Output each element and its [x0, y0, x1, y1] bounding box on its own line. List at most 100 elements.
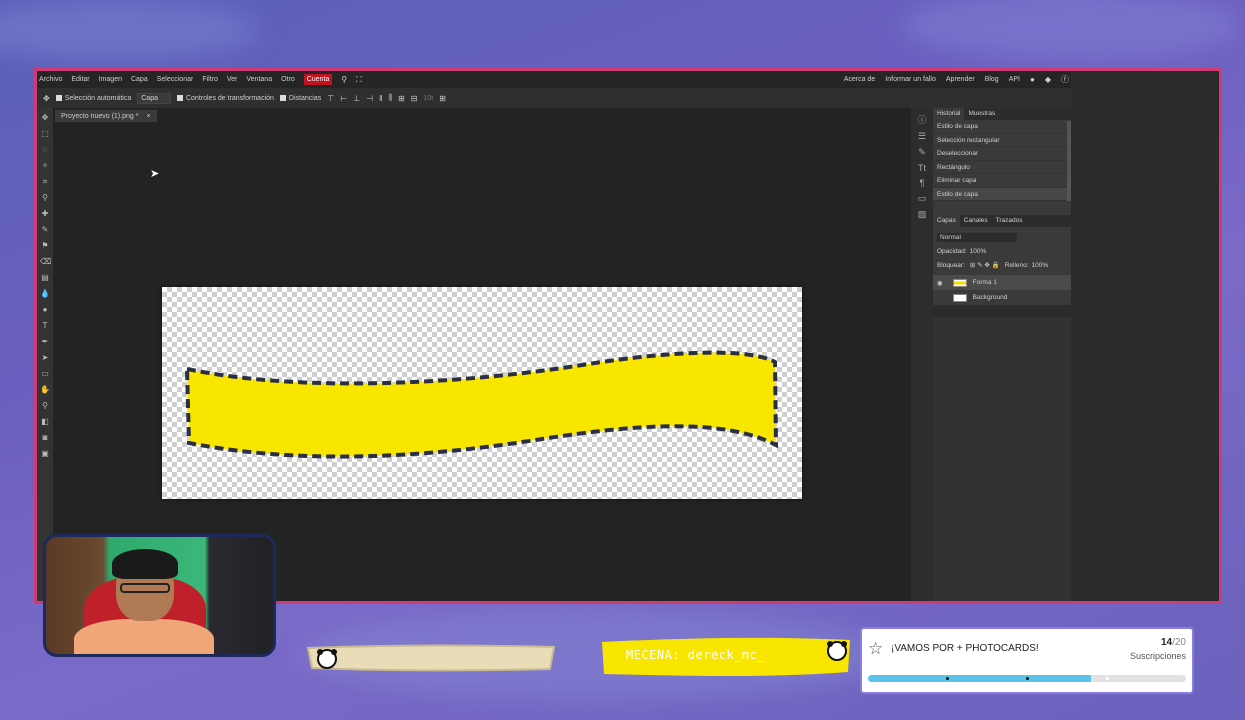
image-icon[interactable]: ▨: [915, 209, 929, 220]
history-item[interactable]: Estilo de capa: [933, 120, 1071, 134]
stamp-icon[interactable]: ⚑: [40, 241, 50, 251]
background-cloud: [900, 0, 1240, 60]
goal-current: 14: [1160, 637, 1173, 648]
css-icon[interactable]: ▭: [915, 193, 929, 204]
options-bar: ✥ Selección automática Capa Controles de…: [37, 88, 1219, 108]
layer-row[interactable]: ◉ Forma 1: [933, 275, 1071, 290]
transform-checkbox[interactable]: [176, 94, 183, 101]
distances-checkbox[interactable]: [279, 94, 286, 101]
color-swatch-icon[interactable]: ◧: [40, 417, 50, 427]
distribute-v-icon[interactable]: ⊟: [411, 94, 418, 103]
hand-icon[interactable]: ✋: [40, 385, 50, 395]
twitter-icon[interactable]: ◆: [1045, 75, 1051, 84]
blend-mode-select[interactable]: Normal: [937, 232, 1017, 242]
star-icon: ☆: [868, 639, 884, 658]
facebook-icon[interactable]: ⓕ: [1061, 74, 1069, 85]
link-api[interactable]: API: [1009, 76, 1020, 83]
eyedropper-icon[interactable]: ⚲: [40, 193, 50, 203]
fullscreen-icon[interactable]: ⛶: [356, 75, 362, 85]
distribute-h-icon[interactable]: ⊞: [398, 94, 405, 103]
quick-mask-icon[interactable]: ◙: [40, 433, 50, 443]
banner-shape[interactable]: [162, 287, 802, 499]
text-icon[interactable]: T: [40, 321, 50, 331]
menu-imagen[interactable]: Imagen: [99, 76, 122, 83]
tab-muestras[interactable]: Muestras: [964, 108, 999, 120]
lock-icons[interactable]: ⊞ ✎ ✥ 🔒: [970, 261, 1000, 269]
align-middle-icon[interactable]: ⊢: [340, 94, 347, 103]
tab-capas[interactable]: Capas: [933, 215, 960, 227]
link-informar[interactable]: Informar un fallo: [885, 76, 936, 83]
search-icon[interactable]: ⚲: [341, 75, 347, 84]
shape-icon[interactable]: ▭: [40, 369, 50, 379]
menu-seleccionar[interactable]: Seleccionar: [157, 76, 194, 83]
distances-option[interactable]: Distancias: [279, 94, 322, 102]
magic-wand-icon[interactable]: ✧: [40, 161, 50, 171]
glasses: [120, 583, 170, 593]
reddit-icon[interactable]: ●: [1030, 75, 1035, 84]
mascot-icon: [316, 648, 338, 670]
eye-icon[interactable]: ◉: [937, 279, 943, 287]
tab-historial[interactable]: Historial: [933, 108, 965, 120]
fill-value[interactable]: 100%: [1032, 262, 1049, 269]
move-tool-icon[interactable]: ✥: [43, 94, 50, 103]
distribute-icon[interactable]: ⫼: [388, 93, 392, 103]
menu-filtro[interactable]: Filtro: [202, 76, 218, 83]
grid-icon[interactable]: ⊞: [439, 94, 446, 103]
menu-ver[interactable]: Ver: [227, 76, 238, 83]
pen-icon[interactable]: ✒: [40, 337, 50, 347]
history-item[interactable]: Deseleccionar: [933, 147, 1071, 161]
eraser-icon[interactable]: ⌫: [40, 257, 51, 267]
marquee-icon[interactable]: ⬚: [40, 129, 50, 139]
gradient-icon[interactable]: ▤: [40, 273, 50, 283]
healing-icon[interactable]: ✚: [40, 209, 50, 219]
lasso-icon[interactable]: ◌: [40, 145, 50, 155]
screen-mode-icon[interactable]: ▣: [40, 449, 50, 459]
align-bottom-icon[interactable]: ⊥: [353, 94, 360, 103]
layer-row[interactable]: ◉ Background: [933, 290, 1071, 305]
align-top-icon[interactable]: ⊤: [327, 94, 334, 103]
properties-icon[interactable]: ☰: [915, 131, 929, 142]
auto-select-checkbox[interactable]: [55, 94, 62, 101]
brush-settings-icon[interactable]: ✎: [915, 147, 929, 158]
history-item[interactable]: Eliminar capa: [933, 174, 1071, 188]
move-icon[interactable]: ✥: [40, 113, 50, 123]
align-center-icon[interactable]: ‖: [379, 94, 382, 103]
streamer-hair: [112, 549, 178, 579]
crop-icon[interactable]: ⌗: [40, 177, 50, 187]
zoom-icon[interactable]: ⚲: [40, 401, 50, 411]
menu-capa[interactable]: Capa: [131, 76, 148, 83]
auto-select-option[interactable]: Selección automática: [55, 94, 131, 102]
paragraph-icon[interactable]: ¶: [915, 178, 929, 188]
dodge-icon[interactable]: ●: [40, 305, 50, 315]
distances-label: Distancias: [288, 94, 322, 102]
history-item[interactable]: Estilo de capa: [933, 187, 1071, 201]
tab-canales[interactable]: Canales: [960, 215, 992, 227]
brush-icon[interactable]: ✎: [40, 225, 50, 235]
menu-archivo[interactable]: Archivo: [39, 76, 62, 83]
character-icon[interactable]: Tt: [915, 163, 929, 173]
link-blog[interactable]: Blog: [985, 76, 999, 83]
history-item[interactable]: Selección rectangular: [933, 134, 1071, 147]
tab-trazados[interactable]: Trazados: [992, 215, 1027, 227]
transform-controls-option[interactable]: Controles de transformación: [176, 94, 274, 102]
menu-editar[interactable]: Editar: [71, 76, 89, 83]
history-item[interactable]: Rectángulo: [933, 161, 1071, 174]
opacity-label: Opacidad:: [937, 247, 967, 255]
goal-target: /20: [1172, 637, 1186, 648]
layer-select-dropdown[interactable]: Capa: [137, 92, 171, 104]
align-left-icon[interactable]: ⊣: [366, 94, 373, 103]
link-acerca[interactable]: Acerca de: [844, 76, 876, 83]
path-select-icon[interactable]: ➤: [40, 353, 50, 363]
link-aprender[interactable]: Aprender: [946, 76, 975, 83]
info-icon[interactable]: ⓘ: [915, 113, 929, 126]
menu-ventana[interactable]: Ventana: [246, 76, 272, 83]
document-canvas[interactable]: [162, 287, 802, 499]
menu-otro[interactable]: Otro: [281, 76, 295, 83]
empty-area: [1071, 71, 1219, 601]
close-tab-icon[interactable]: ×: [146, 113, 150, 120]
blur-icon[interactable]: 💧: [40, 289, 50, 299]
canvas-workspace[interactable]: Proyecto nuevo (1).png * × ➤: [53, 108, 911, 601]
menu-cuenta[interactable]: Cuenta: [303, 74, 333, 85]
opacity-value[interactable]: 100%: [970, 248, 987, 255]
document-tab[interactable]: Proyecto nuevo (1).png * ×: [55, 110, 157, 122]
